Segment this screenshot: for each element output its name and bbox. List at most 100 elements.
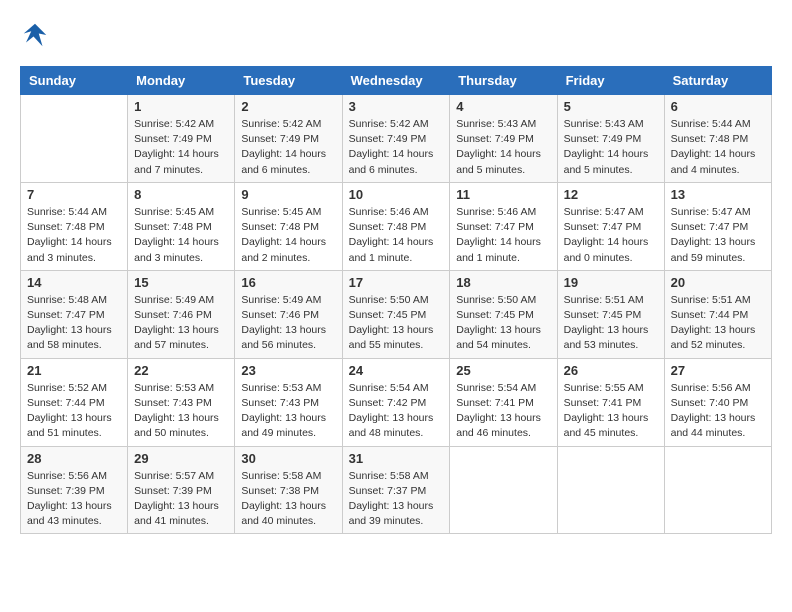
day-info: Sunrise: 5:45 AM Sunset: 7:48 PM Dayligh… [134, 205, 228, 266]
calendar-week-row: 1Sunrise: 5:42 AM Sunset: 7:49 PM Daylig… [21, 95, 772, 183]
day-info: Sunrise: 5:56 AM Sunset: 7:40 PM Dayligh… [671, 381, 765, 442]
day-info: Sunrise: 5:45 AM Sunset: 7:48 PM Dayligh… [241, 205, 335, 266]
calendar-cell: 23 Sunrise: 5:53 AM Sunset: 7:43 PM Dayli… [235, 358, 342, 446]
calendar-cell: 10 Sunrise: 5:46 AM Sunset: 7:48 PM Dayli… [342, 182, 450, 270]
column-header-monday: Monday [128, 67, 235, 95]
calendar-cell [21, 95, 128, 183]
day-number: 28 [27, 451, 121, 466]
day-info: Sunrise: 5:50 AM Sunset: 7:45 PM Dayligh… [456, 293, 550, 354]
calendar-cell: 26 Sunrise: 5:55 AM Sunset: 7:41 PM Dayli… [557, 358, 664, 446]
calendar-cell: 24 Sunrise: 5:54 AM Sunset: 7:42 PM Dayli… [342, 358, 450, 446]
day-number: 7 [27, 187, 121, 202]
day-number: 4 [456, 99, 550, 114]
day-info: Sunrise: 5:43 AM Sunset: 7:49 PM Dayligh… [456, 117, 550, 178]
logo-icon [20, 20, 50, 50]
day-number: 9 [241, 187, 335, 202]
day-number: 19 [564, 275, 658, 290]
day-number: 12 [564, 187, 658, 202]
day-number: 21 [27, 363, 121, 378]
day-number: 26 [564, 363, 658, 378]
column-header-saturday: Saturday [664, 67, 771, 95]
calendar-cell: 15Sunrise: 5:49 AM Sunset: 7:46 PM Dayli… [128, 270, 235, 358]
day-number: 14 [27, 275, 121, 290]
calendar-cell: 3 Sunrise: 5:42 AM Sunset: 7:49 PM Daylig… [342, 95, 450, 183]
calendar-cell: 25 Sunrise: 5:54 AM Sunset: 7:41 PM Dayli… [450, 358, 557, 446]
day-info: Sunrise: 5:55 AM Sunset: 7:41 PM Dayligh… [564, 381, 658, 442]
day-number: 11 [456, 187, 550, 202]
day-info: Sunrise: 5:53 AM Sunset: 7:43 PM Dayligh… [241, 381, 335, 442]
calendar-cell [450, 446, 557, 534]
day-number: 3 [349, 99, 444, 114]
calendar-cell: 7 Sunrise: 5:44 AM Sunset: 7:48 PM Daylig… [21, 182, 128, 270]
day-info: Sunrise: 5:54 AM Sunset: 7:41 PM Dayligh… [456, 381, 550, 442]
calendar-cell: 5Sunrise: 5:43 AM Sunset: 7:49 PM Daylig… [557, 95, 664, 183]
calendar-cell: 14 Sunrise: 5:48 AM Sunset: 7:47 PM Dayli… [21, 270, 128, 358]
day-info: Sunrise: 5:44 AM Sunset: 7:48 PM Dayligh… [27, 205, 121, 266]
calendar-week-row: 21Sunrise: 5:52 AM Sunset: 7:44 PM Dayli… [21, 358, 772, 446]
day-number: 20 [671, 275, 765, 290]
day-number: 31 [349, 451, 444, 466]
calendar-week-row: 14 Sunrise: 5:48 AM Sunset: 7:47 PM Dayli… [21, 270, 772, 358]
day-info: Sunrise: 5:46 AM Sunset: 7:47 PM Dayligh… [456, 205, 550, 266]
day-info: Sunrise: 5:51 AM Sunset: 7:44 PM Dayligh… [671, 293, 765, 354]
calendar-cell: 30 Sunrise: 5:58 AM Sunset: 7:38 PM Dayli… [235, 446, 342, 534]
day-number: 13 [671, 187, 765, 202]
calendar-cell [664, 446, 771, 534]
day-info: Sunrise: 5:42 AM Sunset: 7:49 PM Dayligh… [349, 117, 444, 178]
day-number: 6 [671, 99, 765, 114]
day-info: Sunrise: 5:47 AM Sunset: 7:47 PM Dayligh… [564, 205, 658, 266]
calendar-cell: 6 Sunrise: 5:44 AM Sunset: 7:48 PM Daylig… [664, 95, 771, 183]
day-number: 22 [134, 363, 228, 378]
day-info: Sunrise: 5:57 AM Sunset: 7:39 PM Dayligh… [134, 469, 228, 530]
column-header-thursday: Thursday [450, 67, 557, 95]
day-number: 8 [134, 187, 228, 202]
column-header-tuesday: Tuesday [235, 67, 342, 95]
calendar-cell: 19 Sunrise: 5:51 AM Sunset: 7:45 PM Dayli… [557, 270, 664, 358]
day-number: 16 [241, 275, 335, 290]
calendar-cell: 1Sunrise: 5:42 AM Sunset: 7:49 PM Daylig… [128, 95, 235, 183]
day-number: 18 [456, 275, 550, 290]
calendar-cell: 18 Sunrise: 5:50 AM Sunset: 7:45 PM Dayli… [450, 270, 557, 358]
day-number: 27 [671, 363, 765, 378]
column-header-wednesday: Wednesday [342, 67, 450, 95]
calendar-cell: 31 Sunrise: 5:58 AM Sunset: 7:37 PM Dayli… [342, 446, 450, 534]
calendar-cell: 20 Sunrise: 5:51 AM Sunset: 7:44 PM Dayli… [664, 270, 771, 358]
calendar-table: SundayMondayTuesdayWednesdayThursdayFrid… [20, 66, 772, 534]
calendar-cell: 16Sunrise: 5:49 AM Sunset: 7:46 PM Dayli… [235, 270, 342, 358]
day-info: Sunrise: 5:58 AM Sunset: 7:38 PM Dayligh… [241, 469, 335, 530]
day-info: Sunrise: 5:51 AM Sunset: 7:45 PM Dayligh… [564, 293, 658, 354]
day-info: Sunrise: 5:54 AM Sunset: 7:42 PM Dayligh… [349, 381, 444, 442]
calendar-cell: 27 Sunrise: 5:56 AM Sunset: 7:40 PM Dayli… [664, 358, 771, 446]
calendar-cell: 22Sunrise: 5:53 AM Sunset: 7:43 PM Dayli… [128, 358, 235, 446]
day-info: Sunrise: 5:48 AM Sunset: 7:47 PM Dayligh… [27, 293, 121, 354]
day-number: 23 [241, 363, 335, 378]
day-number: 29 [134, 451, 228, 466]
day-info: Sunrise: 5:47 AM Sunset: 7:47 PM Dayligh… [671, 205, 765, 266]
day-info: Sunrise: 5:43 AM Sunset: 7:49 PM Dayligh… [564, 117, 658, 178]
day-info: Sunrise: 5:42 AM Sunset: 7:49 PM Dayligh… [134, 117, 228, 178]
calendar-cell: 12 Sunrise: 5:47 AM Sunset: 7:47 PM Dayli… [557, 182, 664, 270]
column-header-friday: Friday [557, 67, 664, 95]
calendar-cell: 21Sunrise: 5:52 AM Sunset: 7:44 PM Dayli… [21, 358, 128, 446]
day-info: Sunrise: 5:46 AM Sunset: 7:48 PM Dayligh… [349, 205, 444, 266]
calendar-cell: 4 Sunrise: 5:43 AM Sunset: 7:49 PM Daylig… [450, 95, 557, 183]
calendar-cell: 8 Sunrise: 5:45 AM Sunset: 7:48 PM Daylig… [128, 182, 235, 270]
calendar-cell: 13 Sunrise: 5:47 AM Sunset: 7:47 PM Dayli… [664, 182, 771, 270]
calendar-cell: 2 Sunrise: 5:42 AM Sunset: 7:49 PM Daylig… [235, 95, 342, 183]
calendar-cell [557, 446, 664, 534]
day-info: Sunrise: 5:56 AM Sunset: 7:39 PM Dayligh… [27, 469, 121, 530]
day-number: 17 [349, 275, 444, 290]
day-number: 25 [456, 363, 550, 378]
day-number: 30 [241, 451, 335, 466]
day-info: Sunrise: 5:58 AM Sunset: 7:37 PM Dayligh… [349, 469, 444, 530]
calendar-cell: 17Sunrise: 5:50 AM Sunset: 7:45 PM Dayli… [342, 270, 450, 358]
calendar-cell: 29 Sunrise: 5:57 AM Sunset: 7:39 PM Dayli… [128, 446, 235, 534]
day-info: Sunrise: 5:49 AM Sunset: 7:46 PM Dayligh… [134, 293, 228, 354]
day-number: 10 [349, 187, 444, 202]
day-info: Sunrise: 5:42 AM Sunset: 7:49 PM Dayligh… [241, 117, 335, 178]
day-number: 2 [241, 99, 335, 114]
page-header [20, 20, 772, 50]
day-info: Sunrise: 5:44 AM Sunset: 7:48 PM Dayligh… [671, 117, 765, 178]
day-number: 24 [349, 363, 444, 378]
calendar-cell: 11 Sunrise: 5:46 AM Sunset: 7:47 PM Dayli… [450, 182, 557, 270]
